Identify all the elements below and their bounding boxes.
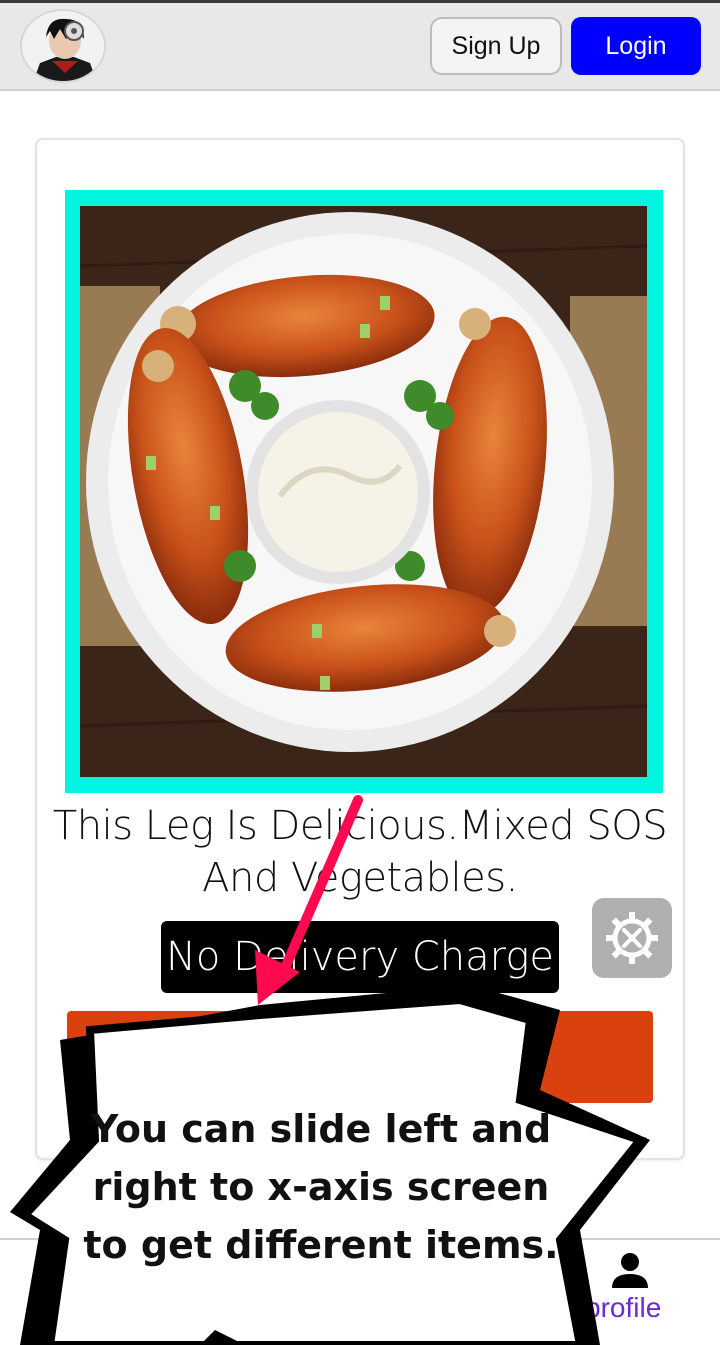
login-button[interactable]: Login bbox=[571, 17, 701, 75]
profile-icon[interactable] bbox=[610, 1252, 650, 1288]
header-bar: Sign Up Login bbox=[0, 3, 720, 91]
product-description: This Leg Is Delicious.Mixed SOS And Vege… bbox=[52, 803, 668, 901]
nav-home-label[interactable]: H bbox=[48, 1292, 68, 1324]
product-image[interactable] bbox=[80, 206, 647, 777]
nav-profile-label[interactable]: profile bbox=[585, 1292, 661, 1324]
tutorial-text: You can slide left and right to x-axis s… bbox=[83, 1107, 559, 1267]
settings-icon bbox=[606, 912, 658, 964]
delivery-badge: No Delivery Charge bbox=[161, 921, 559, 993]
order-button[interactable] bbox=[67, 1011, 653, 1103]
settings-button[interactable] bbox=[592, 898, 672, 978]
avatar[interactable] bbox=[20, 9, 106, 83]
sign-up-button[interactable]: Sign Up bbox=[430, 17, 562, 75]
